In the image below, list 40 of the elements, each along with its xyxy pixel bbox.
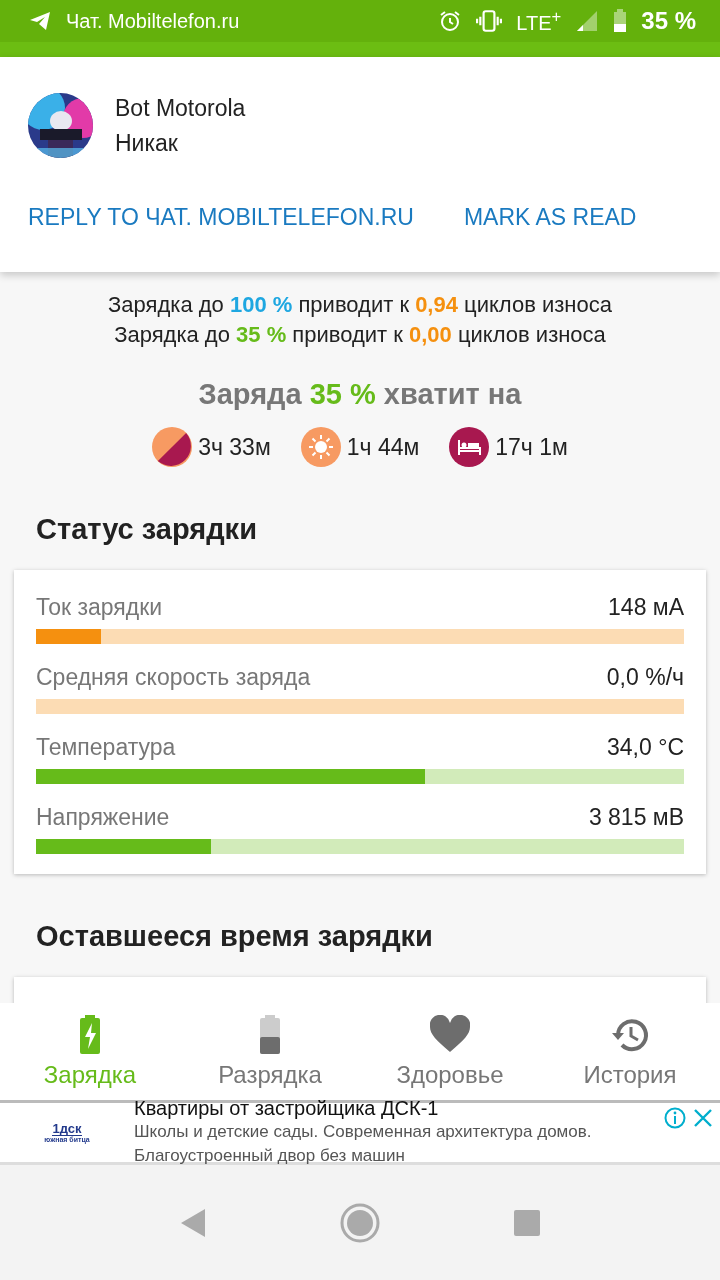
wear-text: Зарядка до 35 % приводит к 0,00 циклов износа (114, 322, 606, 348)
telegram-icon (28, 9, 52, 33)
charge-estimate-title: Заряда 35 % хватит на (198, 378, 522, 411)
notification-action[interactable]: MARK AS READ (463, 204, 637, 231)
metric-label: Температура (36, 734, 176, 761)
nav-tab[interactable]: Здоровье (360, 1003, 540, 1100)
heart-icon (430, 1014, 470, 1055)
duration-text: 17ч 1м (495, 433, 568, 461)
battery-level: 35 % (641, 7, 696, 35)
sender-name: Bot Motorola (115, 94, 246, 122)
section-heading: Статус зарядки (36, 513, 258, 546)
metric-label: Средняя скорость заряда (36, 664, 311, 691)
home-icon (340, 1202, 380, 1243)
metric-value: 34,0 °C (607, 734, 684, 761)
bed-icon (449, 427, 490, 467)
metric-label: Напряжение (36, 804, 170, 831)
nav-tab[interactable]: Разрядка (180, 1003, 360, 1100)
nav-tab[interactable]: История (540, 1003, 720, 1100)
metric-value: 3 815 мВ (588, 804, 684, 831)
metric-value: 0,0 %/ч (606, 664, 684, 691)
network-type: LTE$^{+}$ (516, 7, 562, 35)
battery-icon (613, 9, 628, 33)
nav-tab[interactable]: Зарядка (0, 1003, 180, 1100)
sun-icon (300, 427, 341, 467)
metric-label: Ток зарядки (36, 594, 163, 621)
status-title: Чат. Mobiltelefon.ru (66, 9, 241, 33)
notification-action[interactable]: REPLY TO ЧАТ. MOBILTELEFON.RU (28, 204, 414, 231)
logo-mark: 1дск (52, 1122, 82, 1136)
wear-text: Зарядка до 100 % приводит к 0,94 циклов износа (108, 292, 612, 318)
ad-text: Школы и детские сады. Современная архитектура домов. Благоустроенный двор без машин (134, 1121, 593, 1167)
vibrate-icon (476, 8, 503, 34)
duration-text: 1ч 44м (346, 433, 420, 461)
info-icon (664, 1107, 686, 1129)
close-icon (692, 1107, 714, 1129)
message-text: Никак (115, 129, 179, 157)
signal-icon (575, 9, 600, 33)
section-heading: Оставшееся время зарядки (36, 920, 434, 953)
duration-text: 3ч 33м (198, 433, 271, 461)
metric-value: 148 мА (608, 594, 684, 621)
mixed-use-icon (152, 427, 193, 467)
